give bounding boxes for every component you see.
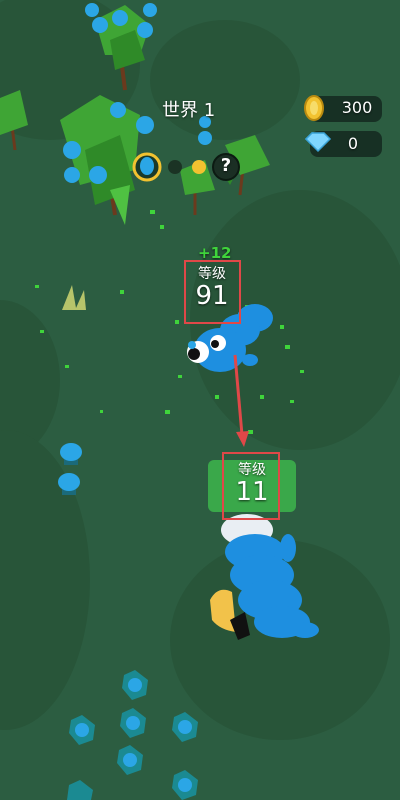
blue-crystal-plant[interactable]: [122, 670, 148, 700]
blue-crystal-plant[interactable]: [69, 715, 95, 745]
blue-mushroom[interactable]: [58, 473, 80, 495]
blue-crystal-plant[interactable]: [172, 712, 198, 742]
target-arrow: [233, 354, 249, 447]
tree[interactable]: [180, 160, 215, 215]
grass-tuft: [62, 285, 86, 310]
target-level-highlight: [222, 452, 280, 520]
player-level-highlight: [184, 260, 241, 324]
tree[interactable]: [0, 90, 28, 151]
blue-berry[interactable]: [198, 131, 212, 145]
coin-count: 300: [341, 98, 373, 117]
game-scene[interactable]: 世界 1 300 0 ? +12 等级 91 等级 11: [0, 0, 400, 800]
tree-with-berries[interactable]: [85, 3, 157, 91]
tree-with-berries[interactable]: [60, 95, 154, 225]
blue-mushroom[interactable]: [60, 443, 82, 465]
mystery-reward-label: ?: [220, 155, 232, 176]
blue-crystal-plant[interactable]: [120, 708, 146, 738]
target-worm[interactable]: [210, 514, 319, 640]
blue-crystal-plant[interactable]: [67, 780, 93, 800]
blue-crystal-plant[interactable]: [172, 770, 198, 800]
world-label: 世界 1: [162, 100, 216, 121]
gem-count: 0: [347, 134, 359, 153]
blue-crystal-plant[interactable]: [117, 745, 143, 775]
